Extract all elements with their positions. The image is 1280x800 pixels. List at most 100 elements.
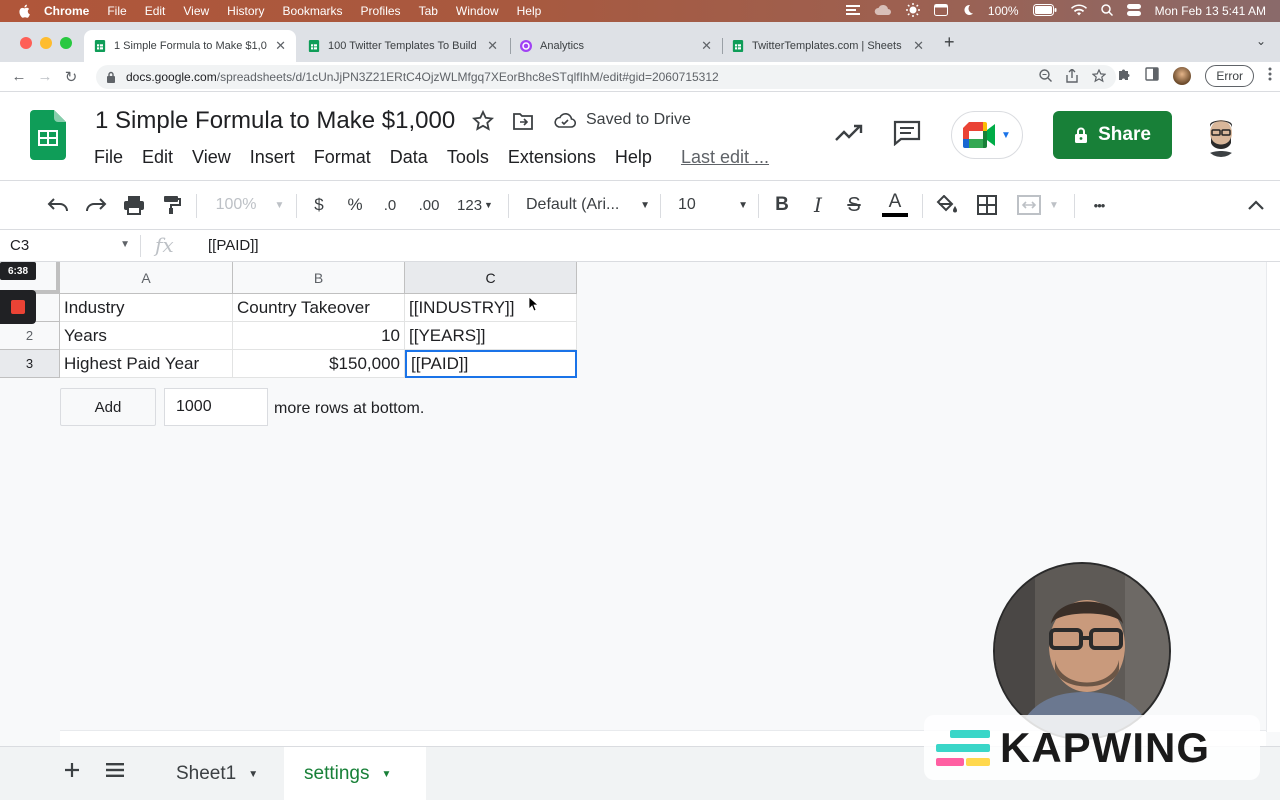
collapse-header-icon[interactable] bbox=[1244, 181, 1268, 229]
add-rows-button[interactable]: Add bbox=[60, 388, 156, 426]
calendar-icon[interactable] bbox=[933, 3, 948, 19]
strikethrough-button[interactable]: S bbox=[842, 181, 866, 229]
sheets-menu-file[interactable]: File bbox=[94, 147, 123, 168]
close-tab-icon[interactable]: ✕ bbox=[701, 38, 712, 54]
increase-decimal-button[interactable]: .00 bbox=[412, 181, 446, 229]
menubar-list-icon[interactable] bbox=[845, 4, 860, 19]
wifi-icon[interactable] bbox=[1070, 4, 1087, 19]
column-header-b[interactable]: B bbox=[233, 262, 405, 294]
bold-button[interactable]: B bbox=[770, 181, 794, 229]
system-clock[interactable]: Mon Feb 13 5:41 AM bbox=[1155, 4, 1266, 18]
add-rows-count-input[interactable]: 1000 bbox=[164, 388, 268, 426]
document-title[interactable]: 1 Simple Formula to Make $1,000 bbox=[95, 107, 455, 135]
sheets-menu-edit[interactable]: Edit bbox=[142, 147, 173, 168]
moon-icon[interactable] bbox=[962, 4, 974, 19]
close-tab-icon[interactable]: ✕ bbox=[275, 38, 286, 54]
browser-tab-formula[interactable]: 1 Simple Formula to Make $1,0 ✕ bbox=[84, 30, 296, 62]
menu-bookmarks[interactable]: Bookmarks bbox=[283, 4, 343, 18]
close-tab-icon[interactable]: ✕ bbox=[913, 38, 924, 54]
cell-b3[interactable]: $150,000 bbox=[233, 350, 405, 378]
menu-history[interactable]: History bbox=[227, 4, 264, 18]
menu-help[interactable]: Help bbox=[517, 4, 542, 18]
browser-tab-twitter-templates[interactable]: 100 Twitter Templates To Build ✕ bbox=[298, 30, 508, 62]
print-icon[interactable] bbox=[120, 181, 148, 229]
sheet-tab-settings[interactable]: settings ▼ bbox=[284, 747, 426, 800]
menu-tab[interactable]: Tab bbox=[419, 4, 438, 18]
font-family-select[interactable]: Default (Ari... ▼ bbox=[526, 181, 650, 229]
font-size-select[interactable]: 10 ▼ bbox=[678, 181, 748, 229]
apple-icon[interactable] bbox=[16, 3, 32, 19]
spotlight-search-icon[interactable] bbox=[1100, 3, 1113, 19]
sheets-menu-view[interactable]: View bbox=[192, 147, 231, 168]
column-header-a[interactable]: A bbox=[60, 262, 233, 294]
new-tab-icon[interactable]: + bbox=[944, 32, 955, 53]
merge-cells-button[interactable]: ▼ bbox=[1012, 181, 1064, 229]
minimize-window-button[interactable] bbox=[40, 37, 52, 49]
bookmark-star-icon[interactable] bbox=[1091, 68, 1107, 86]
user-avatar[interactable] bbox=[1202, 113, 1240, 157]
sheet-tab-sheet1[interactable]: Sheet1 ▼ bbox=[156, 747, 278, 800]
profile-avatar[interactable] bbox=[1173, 67, 1192, 85]
back-arrow-icon[interactable]: ← bbox=[8, 68, 30, 85]
sheets-menu-format[interactable]: Format bbox=[314, 147, 371, 168]
cell-a2[interactable]: Years bbox=[60, 322, 233, 350]
menu-profiles[interactable]: Profiles bbox=[361, 4, 401, 18]
menu-edit[interactable]: Edit bbox=[145, 4, 166, 18]
comments-icon[interactable] bbox=[893, 120, 921, 151]
google-sheets-logo-icon[interactable] bbox=[30, 110, 66, 160]
stop-recording-button[interactable] bbox=[0, 290, 36, 324]
name-box[interactable]: C3 ▼ bbox=[10, 237, 130, 254]
paint-format-icon[interactable] bbox=[158, 181, 186, 229]
cell-a1[interactable]: Industry bbox=[60, 294, 233, 322]
share-button[interactable]: Share bbox=[1053, 111, 1172, 159]
more-formats-button[interactable]: 123 ▼ bbox=[452, 181, 498, 229]
cloud-icon[interactable] bbox=[874, 4, 892, 19]
sheets-menu-extensions[interactable]: Extensions bbox=[508, 147, 596, 168]
activity-trend-icon[interactable] bbox=[835, 124, 863, 147]
last-edit-link[interactable]: Last edit ... bbox=[681, 147, 769, 168]
star-icon[interactable] bbox=[471, 109, 495, 137]
lock-icon[interactable] bbox=[106, 71, 116, 83]
italic-button[interactable]: I bbox=[806, 181, 830, 229]
close-tab-icon[interactable]: ✕ bbox=[487, 38, 498, 54]
sheets-menu-data[interactable]: Data bbox=[390, 147, 428, 168]
currency-format-button[interactable]: $ bbox=[306, 181, 332, 229]
extensions-puzzle-icon[interactable] bbox=[1117, 67, 1131, 86]
saved-status[interactable]: Saved to Drive bbox=[554, 111, 691, 129]
fill-color-icon[interactable] bbox=[934, 181, 960, 229]
decrease-decimal-button[interactable]: .0 bbox=[376, 181, 404, 229]
zoom-window-button[interactable] bbox=[60, 37, 72, 49]
profile-error-button[interactable]: Error bbox=[1205, 65, 1254, 87]
cell-c2[interactable]: [[YEARS]] bbox=[405, 322, 577, 350]
more-options-button[interactable]: ••• bbox=[1086, 181, 1112, 229]
text-color-button[interactable]: A bbox=[880, 181, 910, 229]
row-header-2[interactable]: 2 bbox=[0, 322, 60, 350]
redo-icon[interactable] bbox=[82, 181, 110, 229]
reload-icon[interactable]: ↻ bbox=[60, 68, 82, 86]
zoom-icon[interactable] bbox=[1039, 69, 1052, 86]
menu-file[interactable]: File bbox=[107, 4, 126, 18]
cell-b1[interactable]: Country Takeover bbox=[233, 294, 405, 322]
move-folder-icon[interactable] bbox=[512, 111, 534, 136]
battery-icon[interactable] bbox=[1032, 3, 1057, 19]
all-sheets-icon[interactable] bbox=[106, 761, 124, 784]
percent-format-button[interactable]: % bbox=[342, 181, 368, 229]
meet-button[interactable]: ▼ bbox=[951, 111, 1023, 159]
share-page-icon[interactable] bbox=[1066, 68, 1078, 86]
tab-search-chevron-icon[interactable]: ⌄ bbox=[1256, 34, 1266, 48]
cell-b2[interactable]: 10 bbox=[233, 322, 405, 350]
add-sheet-icon[interactable] bbox=[64, 761, 80, 784]
menu-view[interactable]: View bbox=[183, 4, 209, 18]
close-window-button[interactable] bbox=[20, 37, 32, 49]
brightness-icon[interactable] bbox=[905, 2, 920, 20]
cell-a3[interactable]: Highest Paid Year bbox=[60, 350, 233, 378]
sheets-menu-insert[interactable]: Insert bbox=[250, 147, 295, 168]
browser-tab-analytics[interactable]: Analytics ✕ bbox=[510, 30, 722, 62]
formula-input[interactable]: [[PAID]] bbox=[208, 237, 259, 254]
control-center-icon[interactable] bbox=[1126, 3, 1141, 19]
browser-tab-twittertemplates-sheets[interactable]: TwitterTemplates.com | Sheets ✕ bbox=[722, 30, 934, 62]
vertical-scrollbar[interactable] bbox=[1266, 262, 1280, 732]
cell-c3-selected[interactable]: [[PAID]] bbox=[405, 350, 577, 378]
forward-arrow-icon[interactable]: → bbox=[34, 68, 56, 85]
chrome-menu-icon[interactable] bbox=[1268, 67, 1272, 86]
